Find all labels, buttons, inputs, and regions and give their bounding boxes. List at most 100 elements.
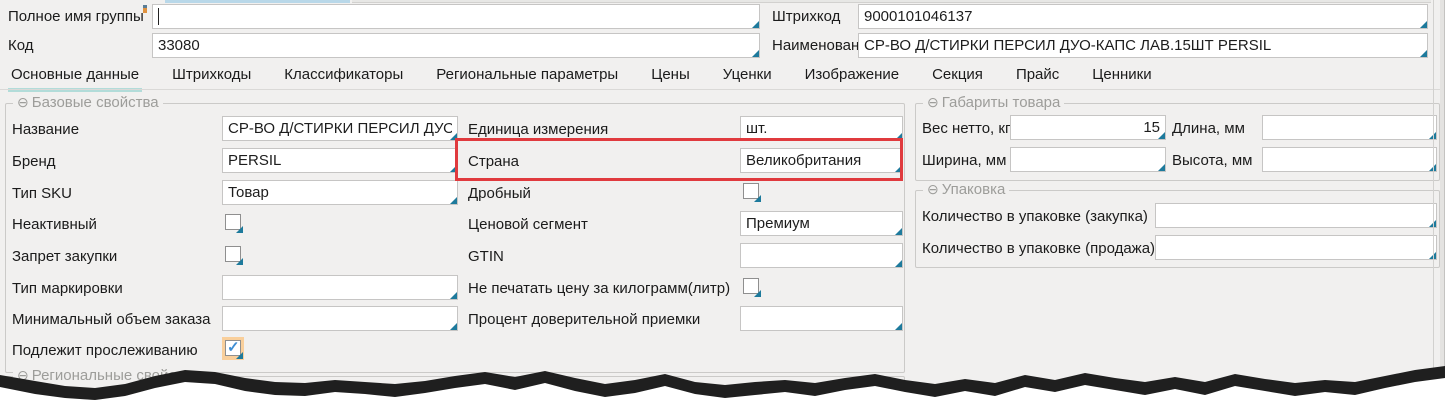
unit-label: Единица измерения xyxy=(468,121,608,138)
width-label: Ширина, мм xyxy=(922,152,1006,169)
height-label: Высота, мм xyxy=(1172,152,1252,169)
full-group-name-input[interactable] xyxy=(152,4,760,29)
country-label: Страна xyxy=(468,153,519,170)
marking-type-input[interactable] xyxy=(222,275,458,300)
net-weight-input[interactable] xyxy=(1010,115,1166,140)
dogear-icon xyxy=(450,197,457,204)
dogear-icon xyxy=(236,258,243,265)
length-field[interactable] xyxy=(1262,115,1437,140)
dogear-icon xyxy=(450,323,457,330)
length-label: Длина, мм xyxy=(1172,120,1245,137)
unit-field[interactable] xyxy=(740,116,903,141)
marking-type-field[interactable] xyxy=(222,275,458,300)
tab-image[interactable]: Изображение xyxy=(802,64,903,92)
dogear-icon xyxy=(1158,132,1165,139)
purchase-ban-label: Запрет закупки xyxy=(12,248,117,265)
qty-purchase-field[interactable] xyxy=(1155,203,1437,228)
dogear-icon xyxy=(754,290,761,297)
gtin-field[interactable] xyxy=(740,243,903,268)
product-card-window: Полное имя группы Код Штрихкод Наименова… xyxy=(0,0,1445,400)
group-title: Габариты товара xyxy=(942,94,1061,111)
height-field[interactable] xyxy=(1262,147,1437,172)
dogear-icon xyxy=(1158,164,1165,171)
fractional-checkbox[interactable] xyxy=(740,180,762,203)
tabbar-divider xyxy=(0,89,1445,90)
trust-accept-label: Процент доверительной приемки xyxy=(468,311,700,328)
name-label: Название xyxy=(12,121,79,138)
tab-price-tags[interactable]: Ценники xyxy=(1089,64,1154,92)
width-field[interactable] xyxy=(1010,147,1166,172)
dogear-icon xyxy=(450,165,457,172)
dogear-icon xyxy=(450,133,457,140)
qty-sale-input[interactable] xyxy=(1155,235,1437,260)
country-input[interactable] xyxy=(740,148,903,173)
min-order-field[interactable] xyxy=(222,306,458,331)
tab-classifiers[interactable]: Классификаторы xyxy=(281,64,406,92)
tab-main-data[interactable]: Основные данные xyxy=(8,64,142,92)
sku-type-label: Тип SKU xyxy=(12,185,72,202)
unit-input[interactable] xyxy=(740,116,903,141)
dogear-icon xyxy=(895,165,902,172)
text-cursor xyxy=(158,8,159,25)
collapse-icon[interactable]: ⊖ xyxy=(927,181,939,198)
product-name-field[interactable] xyxy=(858,33,1428,58)
qty-sale-label: Количество в упаковке (продажа) xyxy=(922,240,1155,257)
name-input[interactable] xyxy=(222,116,458,141)
product-name-input[interactable] xyxy=(858,33,1428,58)
tab-barcodes[interactable]: Штрихкоды xyxy=(169,64,254,92)
tab-markdowns[interactable]: Уценки xyxy=(720,64,775,92)
sku-type-field[interactable] xyxy=(222,180,458,205)
tab-section[interactable]: Секция xyxy=(929,64,986,92)
tab-prices[interactable]: Цены xyxy=(648,64,693,92)
no-price-per-kg-checkbox[interactable] xyxy=(740,275,762,298)
top-cut-strip-blue xyxy=(165,0,350,3)
group-dimensions-legend: ⊖ Габариты товара xyxy=(923,94,1064,111)
gtin-label: GTIN xyxy=(468,248,504,265)
barcode-field[interactable] xyxy=(858,4,1428,29)
collapse-icon[interactable]: ⊖ xyxy=(927,94,939,111)
group-basic-properties: ⊖ Базовые свойства xyxy=(5,103,905,373)
code-input[interactable] xyxy=(152,33,760,58)
sku-type-input[interactable] xyxy=(222,180,458,205)
collapse-icon[interactable]: ⊖ xyxy=(17,94,29,111)
gtin-input[interactable] xyxy=(740,243,903,268)
country-field[interactable] xyxy=(740,148,903,173)
trust-accept-input[interactable] xyxy=(740,306,903,331)
width-input[interactable] xyxy=(1010,147,1166,172)
qty-purchase-input[interactable] xyxy=(1155,203,1437,228)
code-field[interactable] xyxy=(152,33,760,58)
dogear-icon xyxy=(450,292,457,299)
group-packaging-legend: ⊖ Упаковка xyxy=(923,181,1009,198)
torn-edge xyxy=(0,355,1445,400)
code-label: Код xyxy=(8,37,34,54)
net-weight-label: Вес нетто, кг xyxy=(922,120,1010,137)
brand-input[interactable] xyxy=(222,148,458,173)
tab-regional-params[interactable]: Региональные параметры xyxy=(433,64,621,92)
qty-purchase-label: Количество в упаковке (закупка) xyxy=(922,208,1148,225)
trust-accept-field[interactable] xyxy=(740,306,903,331)
brand-field[interactable] xyxy=(222,148,458,173)
net-weight-field[interactable] xyxy=(1010,115,1166,140)
price-segment-input[interactable] xyxy=(740,211,903,236)
price-segment-label: Ценовой сегмент xyxy=(468,216,588,233)
inactive-checkbox[interactable] xyxy=(222,211,244,234)
no-price-per-kg-label: Не печатать цену за килограмм(литр) xyxy=(468,280,730,297)
group-basic-legend: ⊖ Базовые свойства xyxy=(13,94,163,111)
tab-pricelist[interactable]: Прайс xyxy=(1013,64,1062,92)
qty-sale-field[interactable] xyxy=(1155,235,1437,260)
dogear-icon xyxy=(895,133,902,140)
barcode-label: Штрихкод xyxy=(772,8,840,25)
dogear-icon xyxy=(754,195,761,202)
barcode-input[interactable] xyxy=(858,4,1428,29)
height-input[interactable] xyxy=(1262,147,1437,172)
full-group-name-field[interactable] xyxy=(152,4,760,29)
dogear-icon xyxy=(236,226,243,233)
name-field[interactable] xyxy=(222,116,458,141)
window-edge-line xyxy=(1433,0,1434,400)
price-segment-field[interactable] xyxy=(740,211,903,236)
inactive-label: Неактивный xyxy=(12,216,97,233)
min-order-input[interactable] xyxy=(222,306,458,331)
purchase-ban-checkbox[interactable] xyxy=(222,243,244,266)
marking-type-label: Тип маркировки xyxy=(12,280,123,297)
length-input[interactable] xyxy=(1262,115,1437,140)
